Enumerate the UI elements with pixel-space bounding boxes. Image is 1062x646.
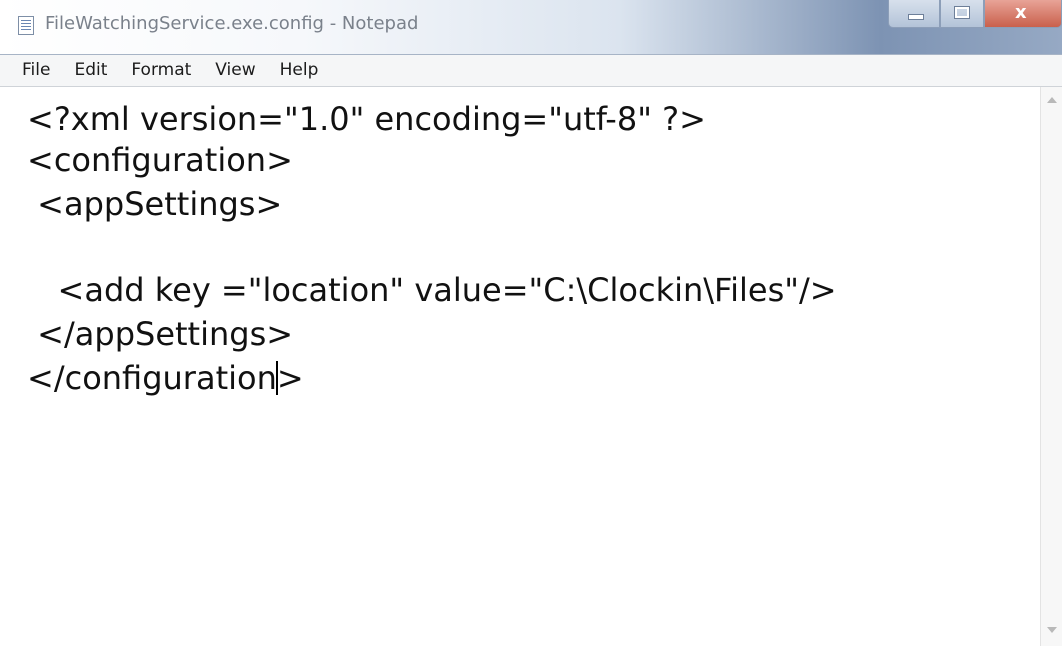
editor-line-last: </configuration> xyxy=(27,356,304,400)
vertical-scrollbar[interactable] xyxy=(1040,87,1062,646)
caption-buttons: x xyxy=(888,0,1062,28)
scroll-down-arrow-icon[interactable] xyxy=(1047,627,1057,633)
scroll-up-arrow-icon[interactable] xyxy=(1047,97,1057,103)
menu-bar: File Edit Format View Help xyxy=(0,55,1062,87)
maximize-button[interactable] xyxy=(940,0,984,28)
maximize-icon xyxy=(954,6,970,19)
title-bar[interactable]: FileWatchingService.exe.config - Notepad… xyxy=(0,0,1062,55)
menu-file[interactable]: File xyxy=(0,55,62,86)
text-editor[interactable]: <?xml version="1.0" encoding="utf-8" ?> … xyxy=(0,87,1040,646)
editor-line: <add key ="location" value="C:\Clockin\F… xyxy=(27,271,837,309)
editor-line: </appSettings> xyxy=(27,315,294,353)
editor-line-before-caret: </configuration xyxy=(27,359,277,397)
close-icon: x xyxy=(1015,2,1027,23)
minimize-button[interactable] xyxy=(888,0,940,28)
close-button[interactable]: x xyxy=(984,0,1062,28)
notepad-icon[interactable] xyxy=(18,16,34,35)
menu-view[interactable]: View xyxy=(203,55,267,86)
editor-line-after-caret: > xyxy=(276,359,304,397)
menu-format[interactable]: Format xyxy=(119,55,203,86)
editor-line: <?xml version="1.0" encoding="utf-8" ?> xyxy=(27,100,706,138)
window-title: FileWatchingService.exe.config - Notepad xyxy=(45,13,419,34)
menu-help[interactable]: Help xyxy=(268,55,331,86)
minimize-icon xyxy=(908,14,924,20)
menu-edit[interactable]: Edit xyxy=(62,55,119,86)
notepad-window: FileWatchingService.exe.config - Notepad… xyxy=(0,0,1062,646)
editor-line: <configuration> xyxy=(27,141,293,179)
editor-line: <appSettings> xyxy=(27,185,283,223)
